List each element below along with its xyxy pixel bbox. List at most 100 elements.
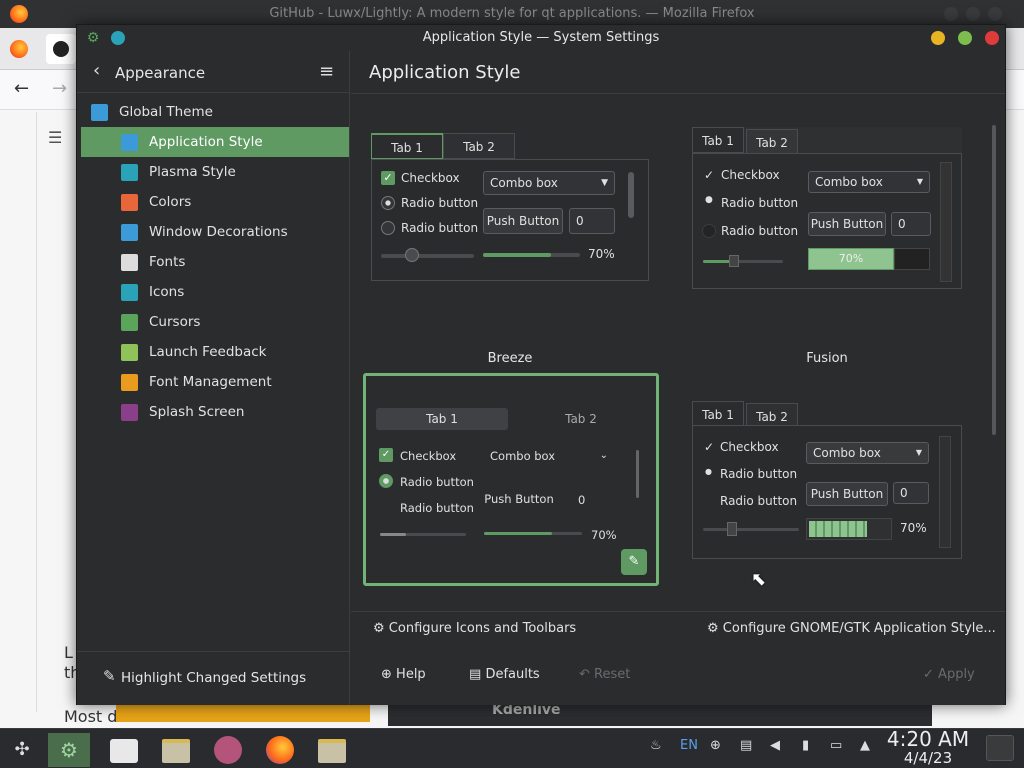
- clipboard-icon[interactable]: ▤: [740, 738, 752, 753]
- checkbox-check-icon[interactable]: ✓: [704, 168, 714, 182]
- list-icon[interactable]: ☰: [48, 128, 62, 147]
- combo-box[interactable]: Combo box ▼: [806, 442, 929, 464]
- updates-icon[interactable]: ⊕: [710, 738, 721, 753]
- help-button[interactable]: ⊕ Help: [381, 667, 426, 682]
- tab-1[interactable]: Tab 1: [371, 133, 443, 159]
- sidebar-item-application-style[interactable]: Application Style: [81, 127, 349, 157]
- style-name-breeze: Breeze: [487, 351, 533, 366]
- combo-box[interactable]: Combo box ▼: [483, 171, 615, 195]
- sidebar-item-label: Launch Feedback: [149, 344, 267, 360]
- sidebar-item-splash-screen[interactable]: Splash Screen: [81, 397, 349, 427]
- application-style-icon: [121, 134, 138, 151]
- slider-handle[interactable]: [729, 255, 739, 267]
- tray-expand-icon[interactable]: ▲: [860, 738, 870, 753]
- radio-button[interactable]: [702, 224, 716, 238]
- edit-pencil-icon[interactable]: ✎: [621, 549, 647, 575]
- sidebar-item-global-theme[interactable]: Global Theme: [81, 97, 349, 127]
- push-button[interactable]: Push Button: [484, 488, 554, 510]
- sidebar-item-launch-feedback[interactable]: Launch Feedback: [81, 337, 349, 367]
- combo-box[interactable]: Combo box ▼: [808, 171, 930, 193]
- style-preview-fusion[interactable]: Tab 1 Tab 2 ✓ Checkbox ● Radio button Ra…: [692, 127, 962, 289]
- pin-icon[interactable]: [111, 31, 125, 45]
- minimize-icon[interactable]: [944, 7, 958, 21]
- tab-1[interactable]: Tab 1: [376, 408, 508, 430]
- defaults-button[interactable]: ▤ Defaults: [469, 667, 540, 682]
- maximize-icon[interactable]: [966, 7, 980, 21]
- tab-2[interactable]: Tab 2: [443, 133, 515, 159]
- slider-handle[interactable]: [405, 248, 419, 262]
- style-preview-lightly[interactable]: Tab 1 Tab 2 ✓ Checkbox Radio button Radi…: [363, 373, 659, 586]
- checkbox[interactable]: ✓: [379, 448, 393, 462]
- push-button[interactable]: Push Button: [808, 212, 886, 236]
- tab-1[interactable]: Tab 1: [692, 401, 744, 427]
- back-arrow-icon[interactable]: ←: [14, 78, 29, 99]
- network-icon[interactable]: ▭: [830, 738, 842, 753]
- firefox-view-icon[interactable]: [10, 40, 28, 58]
- archive-icon[interactable]: [314, 733, 350, 767]
- progress-fill: [484, 532, 552, 535]
- radio-button[interactable]: [381, 196, 395, 210]
- clock-date[interactable]: 4/4/23: [886, 749, 970, 767]
- notifications-icon[interactable]: ♨: [650, 738, 662, 753]
- style-preview-breeze[interactable]: Tab 1 Tab 2 ✓ Checkbox Radio button Radi…: [371, 133, 649, 283]
- sidebar-item-cursors[interactable]: Cursors: [81, 307, 349, 337]
- hamburger-menu-icon[interactable]: ≡: [319, 61, 334, 82]
- sidebar-footer: ✎ Highlight Changed Settings: [77, 651, 350, 705]
- highlight-changed-settings-button[interactable]: Highlight Changed Settings: [121, 670, 306, 686]
- settings-app-icon: ⚙: [86, 30, 100, 46]
- spin-box[interactable]: 0: [578, 493, 585, 507]
- radio-button[interactable]: ●: [705, 467, 712, 476]
- progress-fill: [483, 253, 551, 257]
- slider-handle[interactable]: [727, 522, 737, 536]
- keyboard-layout-indicator[interactable]: EN: [680, 738, 698, 753]
- sidebar-item-plasma-style[interactable]: Plasma Style: [81, 157, 349, 187]
- tab-2[interactable]: Tab 2: [516, 408, 646, 430]
- checkbox-check-icon[interactable]: ✓: [704, 440, 714, 454]
- radio-button[interactable]: ●: [705, 195, 713, 205]
- push-button[interactable]: Push Button: [806, 482, 888, 506]
- show-desktop-icon[interactable]: [986, 735, 1014, 761]
- progress-bar: [806, 518, 892, 540]
- configure-icons-toolbars-button[interactable]: ⚙ Configure Icons and Toolbars: [373, 621, 576, 636]
- window-titlebar[interactable]: ⚙ Application Style — System Settings: [77, 25, 1005, 51]
- tab-1[interactable]: Tab 1: [692, 127, 744, 153]
- firefox-title: GitHub - Luwx/Lightly: A modern style fo…: [269, 6, 755, 21]
- firefox-task-icon[interactable]: [262, 733, 298, 767]
- github-tab-icon[interactable]: [46, 34, 76, 64]
- volume-muted-icon[interactable]: ◀: [770, 738, 780, 753]
- radio-button[interactable]: [381, 221, 395, 235]
- reset-button[interactable]: ↶ Reset: [579, 667, 630, 682]
- sidebar-item-icons[interactable]: Icons: [81, 277, 349, 307]
- minimize-button[interactable]: [931, 31, 945, 45]
- tab-2[interactable]: Tab 2: [746, 129, 798, 155]
- spin-box[interactable]: 0: [893, 482, 929, 504]
- compass-browser-icon[interactable]: [210, 733, 246, 767]
- sidebar-item-fonts[interactable]: Fonts: [81, 247, 349, 277]
- sidebar-item-colors[interactable]: Colors: [81, 187, 349, 217]
- close-button[interactable]: [985, 31, 999, 45]
- maximize-button[interactable]: [958, 31, 972, 45]
- window-decorations-icon: [121, 224, 138, 241]
- combo-box[interactable]: Combo box ⌄: [484, 445, 614, 469]
- radio-button[interactable]: [379, 474, 393, 488]
- checkbox[interactable]: ✓: [381, 171, 395, 185]
- scrollbar[interactable]: [992, 125, 996, 435]
- spin-box[interactable]: 0: [891, 212, 931, 236]
- spin-box[interactable]: 0: [569, 208, 615, 234]
- battery-icon[interactable]: ▮: [802, 738, 809, 753]
- system-settings-window: ⚙ Application Style — System Settings ‹ …: [76, 24, 1006, 705]
- app-launcher-icon[interactable]: ✣: [4, 733, 40, 767]
- clock-time[interactable]: 4:20 AM: [886, 729, 970, 749]
- configure-gtk-button[interactable]: ⚙ Configure GNOME/GTK Application Style.…: [707, 621, 996, 636]
- system-settings-task-icon[interactable]: ⚙: [48, 733, 90, 767]
- discover-store-icon[interactable]: [106, 733, 142, 767]
- sidebar-item-window-decorations[interactable]: Window Decorations: [81, 217, 349, 247]
- sidebar-item-font-management[interactable]: Font Management: [81, 367, 349, 397]
- file-manager-icon[interactable]: [158, 733, 194, 767]
- back-chevron-icon[interactable]: ‹: [93, 60, 100, 81]
- push-button[interactable]: Push Button: [483, 208, 563, 234]
- forward-arrow-icon[interactable]: →: [52, 78, 67, 99]
- close-icon[interactable]: [988, 7, 1002, 21]
- apply-button[interactable]: ✓ Apply: [923, 667, 975, 682]
- style-preview-oxygen[interactable]: Tab 1 Tab 2 ✓ Checkbox ● Radio button Ra…: [692, 401, 962, 559]
